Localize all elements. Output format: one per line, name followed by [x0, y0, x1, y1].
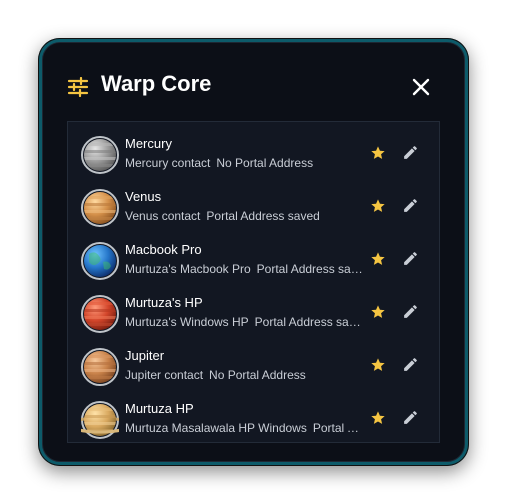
contact-row[interactable]: Murtuza's HP Murtuza's Windows HP Portal A… — [68, 287, 439, 340]
title-bar: Warp Core — [43, 43, 464, 123]
portal-status: Portal Address saved — [206, 209, 320, 223]
window-title: Warp Core — [101, 71, 212, 96]
contact-details: Murtuza Masalawala HP Windows Portal Addr… — [125, 421, 365, 435]
contact-details: Venus contact Portal Address saved — [125, 209, 365, 223]
planet-avatar — [81, 242, 119, 280]
star-icon[interactable] — [370, 251, 386, 267]
contact-label: Murtuza's Macbook Pro — [125, 262, 251, 276]
portal-status: Portal Address saved — [254, 315, 365, 329]
contact-row[interactable]: Jupiter Jupiter contact No Portal Address — [68, 340, 439, 393]
contact-details: Jupiter contact No Portal Address — [125, 368, 365, 382]
contact-label: Murtuza Masalawala HP Windows — [125, 421, 307, 435]
star-icon[interactable] — [370, 410, 386, 426]
contact-label: Mercury contact — [125, 156, 211, 170]
star-icon[interactable] — [370, 145, 386, 161]
contact-details: Murtuza's Windows HP Portal Address saved — [125, 315, 365, 329]
contact-name: Macbook Pro — [125, 242, 202, 257]
app-window-frame: Warp Core Mercury Mercury contact No Porta… — [38, 38, 469, 466]
contact-row[interactable]: Venus Venus contact Portal Address saved — [68, 181, 439, 234]
planet-avatar — [81, 189, 119, 227]
contact-details: Mercury contact No Portal Address — [125, 156, 365, 170]
contact-row[interactable]: Murtuza HP Murtuza Masalawala HP Windows P… — [68, 393, 439, 442]
portal-status: No Portal Address — [209, 368, 306, 382]
contact-name: Venus — [125, 189, 162, 204]
pencil-icon[interactable] — [402, 250, 419, 267]
star-icon[interactable] — [370, 357, 386, 373]
planet-avatar — [81, 348, 119, 386]
contact-details: Murtuza's Macbook Pro Portal Address save… — [125, 262, 365, 276]
contact-name: Mercury — [125, 136, 172, 151]
contact-label: Venus contact — [125, 209, 201, 223]
contact-list[interactable]: Mercury Mercury contact No Portal Address V… — [67, 121, 440, 443]
planet-avatar — [81, 136, 119, 174]
pencil-icon[interactable] — [402, 303, 419, 320]
bottom-divider — [67, 443, 440, 453]
planet-avatar — [81, 401, 119, 439]
contact-row[interactable]: Mercury Mercury contact No Portal Address — [68, 128, 439, 181]
portal-status: No Portal Address — [216, 156, 314, 170]
portal-status: Portal Address saved — [256, 262, 365, 276]
contact-label: Jupiter contact — [125, 368, 204, 382]
contact-name: Murtuza's HP — [125, 295, 203, 310]
app-window: Warp Core Mercury Mercury contact No Porta… — [42, 42, 465, 462]
contact-row[interactable]: Macbook Pro Murtuza's Macbook Pro Portal A… — [68, 234, 439, 287]
contact-name: Jupiter — [125, 348, 165, 363]
pencil-icon[interactable] — [402, 409, 419, 426]
pencil-icon[interactable] — [402, 356, 419, 373]
pencil-icon[interactable] — [402, 144, 419, 161]
contact-label: Murtuza's Windows HP — [125, 315, 249, 329]
planet-avatar — [81, 295, 119, 333]
portal-status: Portal Address saved — [312, 421, 365, 435]
tune-icon[interactable] — [67, 77, 89, 97]
close-icon[interactable] — [411, 77, 431, 97]
star-icon[interactable] — [370, 198, 386, 214]
star-icon[interactable] — [370, 304, 386, 320]
pencil-icon[interactable] — [402, 197, 419, 214]
contact-name: Murtuza HP — [125, 401, 194, 416]
